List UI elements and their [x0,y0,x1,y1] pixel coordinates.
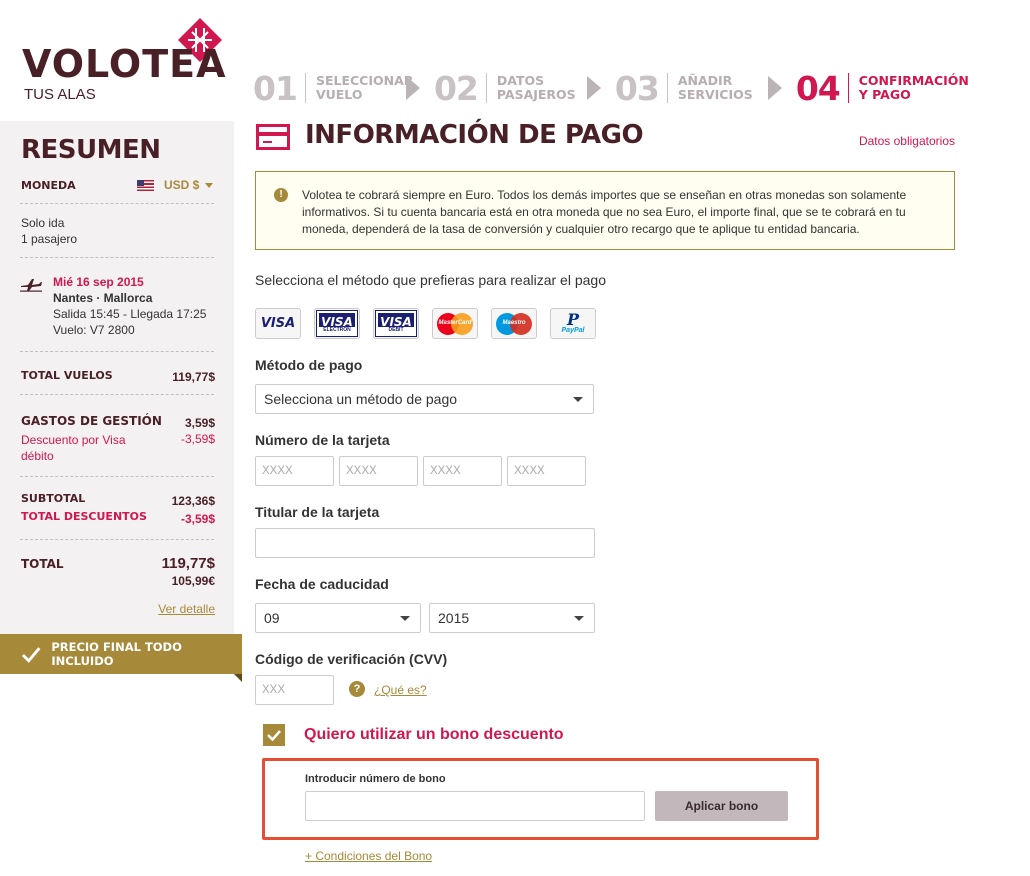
payment-card-logos: VISA VISA ELECTRON VISA DEBIT MasterCard M… [255,308,609,339]
step-number: 01 [253,68,298,108]
subtotal-label: SUBTOTAL [21,492,86,505]
total-eur-value: 105,99€ [171,574,215,588]
card-number-field-2[interactable]: XXXX [339,456,418,486]
voucher-checkbox[interactable] [263,724,285,746]
total-flights-value: 119,77$ [172,370,215,384]
total-value: 119,77$ [161,555,215,572]
page-title: INFORMACIÓN DE PAGO [305,120,644,150]
step-label: AÑADIR SERVICIOS [677,73,753,102]
fees-label: GASTOS DE GESTIÓN [21,414,162,428]
step-arrow-icon [586,76,601,100]
step-label: DATOS PASAJEROS [496,73,576,102]
passenger-count: 1 pasajero [21,232,78,246]
us-flag-icon [137,179,154,191]
divider [20,539,214,540]
divider [20,476,214,477]
cvv-field[interactable]: XXX [255,675,334,705]
booking-steps: 01 SELECCIONAR VUELO 02 DATOS PASAJEROS … [253,68,969,108]
step-1: 01 SELECCIONAR VUELO [253,68,434,108]
cvv-label: Código de verificación (CVV) [255,651,448,667]
payment-method-select[interactable]: Selecciona un método de pago [255,384,594,414]
step-number: 02 [433,68,479,108]
currency-label: MONEDA [21,179,76,192]
subtotal-value: 123,36$ [171,494,215,508]
divider [20,394,214,395]
card-holder-label: Titular de la tarjeta [255,504,380,520]
divider [20,351,214,352]
checkmark-icon [267,730,281,742]
chevron-down-icon [573,397,583,402]
currency-selector[interactable]: USD $ [137,178,214,192]
step-label: CONFIRMACIÓN Y PAGO [858,73,969,102]
brand-name: VOLOTEA [22,42,227,86]
credit-card-icon [256,124,290,150]
final-price-text: PRECIO FINAL TODO INCLUIDO [51,640,182,668]
chevron-down-icon [205,182,214,188]
total-label: TOTAL [21,557,64,571]
voucher-section: Introducir número de bono Aplicar bono [262,758,819,840]
card-number-field-1[interactable]: XXXX [255,456,334,486]
expiry-label: Fecha de caducidad [255,576,389,592]
expiry-year-select[interactable]: 2015 [429,603,595,633]
visa-debit-card-icon: VISA DEBIT [373,308,419,339]
volotea-logo[interactable]: VOLOTEA TUS ALAS [22,18,232,108]
step-arrow-icon [767,76,782,100]
view-detail-link[interactable]: Ver detalle [158,602,215,616]
plane-icon [20,279,42,292]
choose-method-text: Selecciona el método que prefieras para … [255,272,606,288]
step-4: 04 CONFIRMACIÓN Y PAGO [796,68,969,108]
step-label: SELECCIONAR VUELO [315,73,414,102]
card-number-field-3[interactable]: XXXX [423,456,502,486]
total-discounts-label: TOTAL DESCUENTOS [21,510,147,523]
divider [20,203,214,204]
chevron-down-icon [400,616,410,621]
voucher-checkbox-label[interactable]: Quiero utilizar un bono descuento [304,726,564,744]
payment-method-label: Método de pago [255,357,363,373]
step-3: 03 AÑADIR SERVICIOS [615,68,796,108]
visa-electron-card-icon: VISA ELECTRON [314,308,360,339]
question-mark-icon[interactable]: ? [349,681,365,697]
voucher-input[interactable] [305,791,645,821]
step-number: 03 [614,68,660,108]
currency-info-text: Volotea te cobrará siempre en Euro. Todo… [302,188,907,236]
checkmark-icon [21,647,41,663]
fees-value: 3,59$ [184,416,215,430]
apply-voucher-button[interactable]: Aplicar bono [655,791,788,821]
chevron-down-icon [574,616,584,621]
step-2: 02 DATOS PASAJEROS [434,68,615,108]
summary-sidebar: RESUMEN MONEDA USD $ Solo ida 1 pasajero… [0,121,234,634]
flight-times: Salida 15:45 - Llegada 17:25 [53,307,207,321]
visa-discount-value: -3,59$ [180,432,215,446]
maestro-icon: Maestro [491,308,537,339]
final-price-banner: PRECIO FINAL TODO INCLUIDO [0,634,242,674]
flight-date: Mié 16 sep 2015 [53,275,144,289]
divider [20,257,214,258]
summary-title: RESUMEN [21,135,161,165]
info-icon: ! [274,188,288,202]
step-number: 04 [795,68,841,108]
visa-discount-label: Descuento por Visa débito [21,433,126,463]
brand-tagline: TUS ALAS [24,86,96,103]
cvv-help-link[interactable]: ¿Qué es? [374,683,427,697]
expiry-month-select[interactable]: 09 [255,603,421,633]
total-discounts-value: -3,59$ [180,512,215,526]
card-number-label: Número de la tarjeta [255,432,390,448]
card-holder-field[interactable] [255,528,595,558]
card-number-field-4[interactable]: XXXX [507,456,586,486]
voucher-field-label: Introducir número de bono [305,773,446,785]
currency-info-box: ! Volotea te cobrará siempre en Euro. To… [255,171,955,250]
flight-number: Vuelo: V7 2800 [53,323,135,337]
flight-route: Nantes · Mallorca [53,291,153,305]
step-arrow-icon [405,76,420,100]
trip-type: Solo ida [21,216,65,230]
required-fields-note: Datos obligatorios [858,134,955,148]
total-flights-label: TOTAL VUELOS [21,369,113,382]
visa-card-icon: VISA [255,308,301,339]
mastercard-icon: MasterCard [432,308,478,339]
paypal-icon: P PayPal [550,308,596,339]
voucher-conditions-link[interactable]: + Condiciones del Bono [305,849,432,863]
currency-value: USD $ [164,178,200,192]
